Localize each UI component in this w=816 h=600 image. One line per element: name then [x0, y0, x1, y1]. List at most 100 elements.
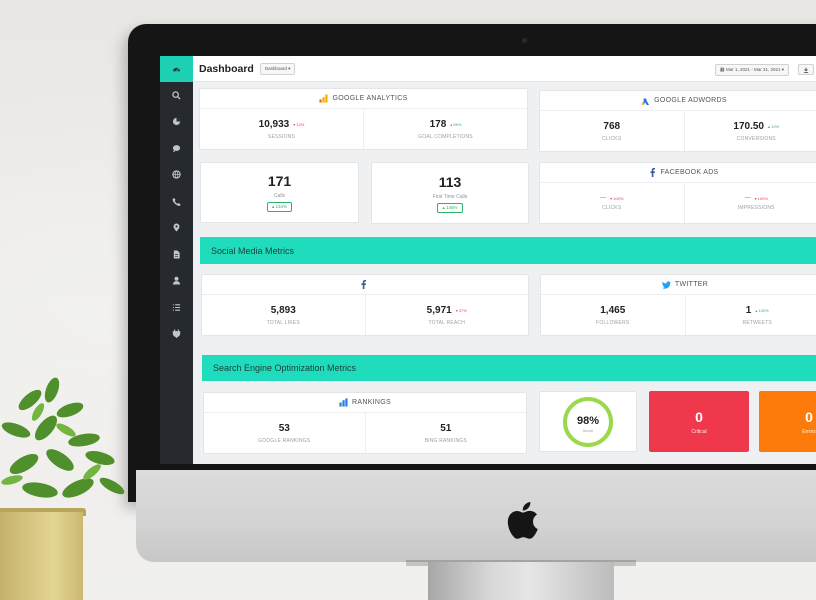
rankings-title: RANKINGS	[352, 399, 391, 406]
errors-value: 0	[805, 408, 813, 425]
fb-ads-clicks-label: CLICKS	[602, 205, 622, 211]
adwords-clicks-value: 768	[603, 120, 621, 132]
social-media-section-header: Social Media Metrics	[200, 237, 816, 264]
errors-label: Errors	[802, 428, 816, 435]
sidebar-item-integrations[interactable]	[160, 321, 193, 348]
phone-icon	[172, 197, 181, 206]
sidebar-item-search[interactable]	[160, 82, 193, 109]
goal-completions-value: 178	[429, 118, 447, 130]
errors-card: 0 Errors	[759, 391, 816, 452]
monitor-chin	[136, 470, 816, 562]
score-value: 98%	[577, 415, 599, 427]
dashboard-screen: Dashboard Dashboard ▾ ▦ Mar 1, 2021 - Ma…	[160, 56, 816, 464]
retweets-label: RETWEETS	[742, 319, 772, 326]
seo-section-title: Search Engine Optimization Metrics	[213, 363, 357, 373]
followers-label: FOLLOWERS	[596, 319, 630, 326]
dashboard-content: GOOGLE ANALYTICS 10,933 ▾ 12% SESSIONS 17…	[193, 82, 816, 464]
impressions-value: —	[744, 195, 751, 201]
chat-icon	[172, 144, 181, 152]
rankings-card: RANKINGS 53 GOOGLE RANKINGS 51 BING RANK…	[203, 392, 527, 454]
total-likes-label: TOTAL LIKES	[266, 319, 300, 326]
adwords-clicks-metric: 768 CLICKS	[540, 111, 684, 151]
first-time-calls-change-badge: ▴ 145%	[437, 202, 463, 213]
monitor-stand	[428, 562, 614, 600]
seo-section-header: Search Engine Optimization Metrics	[202, 355, 816, 381]
sessions-label: SESSIONS	[267, 133, 296, 140]
total-reach-label: TOTAL REACH	[428, 319, 466, 326]
sidebar-item-reports[interactable]	[160, 241, 193, 268]
sessions-metric: 10,933 ▾ 12% SESSIONS	[200, 109, 363, 149]
plug-icon	[172, 329, 181, 339]
calls-label: Calls	[273, 193, 286, 199]
total-reach-change: ▾ 37%	[455, 307, 467, 313]
google-rankings-value: 53	[278, 422, 290, 434]
google-rankings-metric: 53 GOOGLE RANKINGS	[204, 413, 365, 453]
critical-label: Critical	[691, 428, 707, 435]
plant-leaves	[1, 377, 125, 498]
sidebar-item-list[interactable]	[160, 294, 193, 321]
location-pin-icon	[173, 223, 180, 232]
page-title: Dashboard	[199, 62, 254, 75]
sidebar-item-messages[interactable]	[160, 135, 193, 162]
social-media-section-title: Social Media Metrics	[211, 245, 295, 256]
date-range-label: Mar 1, 2021 - Mar 31, 2021 ▾	[725, 67, 784, 72]
globe-icon	[172, 170, 181, 179]
impressions-metric: — ▾ 100% IMPRESSIONS	[683, 183, 816, 223]
fb-ads-clicks-value: —	[600, 195, 607, 201]
fb-ads-clicks-change: ▾ 100%	[610, 195, 624, 201]
sidebar	[160, 56, 193, 464]
google-analytics-card: GOOGLE ANALYTICS 10,933 ▾ 12% SESSIONS 17…	[199, 88, 528, 150]
total-reach-value: 5,971	[426, 304, 452, 316]
google-analytics-icon	[319, 94, 329, 103]
total-likes-metric: 5,893 TOTAL LIKES	[202, 295, 365, 335]
critical-value: 0	[695, 408, 703, 425]
calls-card: 171 Calls ▴ 134%	[200, 162, 359, 223]
facebook-icon	[650, 168, 656, 177]
bing-rankings-value: 51	[440, 422, 452, 434]
twitter-title: TWITTER	[674, 281, 709, 288]
goal-completions-label: GOAL COMPLETIONS	[418, 133, 473, 140]
first-time-calls-card: 113 First Time Calls ▴ 145%	[371, 162, 529, 224]
download-icon	[803, 67, 809, 73]
google-adwords-card: GOOGLE ADWORDS 768 CLICKS 170.50 ▴ 12% CO…	[539, 90, 816, 152]
search-icon	[172, 91, 181, 100]
critical-card: 0 Critical	[649, 391, 749, 452]
sidebar-item-users[interactable]	[160, 268, 193, 295]
dashboard-dropdown[interactable]: Dashboard ▾	[259, 62, 296, 75]
facebook-card: 5,893 TOTAL LIKES 5,971 ▾ 37% TOTAL REACH	[201, 274, 529, 336]
facebook-icon	[360, 280, 366, 289]
followers-metric: 1,465 FOLLOWERS	[541, 295, 685, 335]
first-time-calls-value: 113	[438, 173, 462, 190]
sidebar-item-analytics[interactable]	[160, 109, 193, 136]
twitter-card: TWITTER 1,465 FOLLOWERS 1 ▴ 100% RETWEETS	[540, 274, 816, 336]
sidebar-item-calls[interactable]	[160, 188, 193, 215]
camera	[522, 38, 527, 43]
total-reach-metric: 5,971 ▾ 37% TOTAL REACH	[364, 295, 529, 335]
download-button[interactable]	[798, 64, 814, 75]
sidebar-item-dashboard[interactable]	[160, 56, 193, 82]
bing-rankings-label: BING RANKINGS	[424, 437, 467, 444]
date-range-picker[interactable]: ▦ Mar 1, 2021 - Mar 31, 2021 ▾	[714, 64, 789, 76]
calls-value: 171	[267, 173, 292, 189]
plant-pot	[0, 512, 83, 600]
document-icon	[173, 250, 180, 259]
adwords-clicks-label: CLICKS	[602, 135, 622, 142]
conversions-metric: 170.50 ▴ 12% CONVERSIONS	[683, 111, 816, 151]
calls-change-badge: ▴ 134%	[266, 202, 293, 212]
bar-chart-icon	[339, 398, 348, 407]
fb-ads-clicks-metric: — ▾ 100% CLICKS	[540, 183, 684, 223]
conversions-change: ▴ 12%	[767, 123, 780, 129]
twitter-icon	[661, 280, 671, 289]
retweets-metric: 1 ▴ 100% RETWEETS	[684, 295, 816, 335]
facebook-ads-title: FACEBOOK ADS	[660, 169, 719, 176]
retweets-change: ▴ 100%	[755, 307, 769, 313]
dashboard-icon	[172, 67, 181, 72]
bing-rankings-metric: 51 BING RANKINGS	[364, 413, 527, 453]
user-icon	[172, 276, 181, 285]
impressions-label: IMPRESSIONS	[737, 205, 775, 211]
google-adwords-title: GOOGLE ADWORDS	[654, 97, 727, 104]
sidebar-item-locations[interactable]	[160, 215, 193, 242]
sessions-change: ▾ 12%	[293, 121, 305, 127]
sidebar-item-web[interactable]	[160, 162, 193, 189]
pie-chart-icon	[172, 118, 181, 126]
